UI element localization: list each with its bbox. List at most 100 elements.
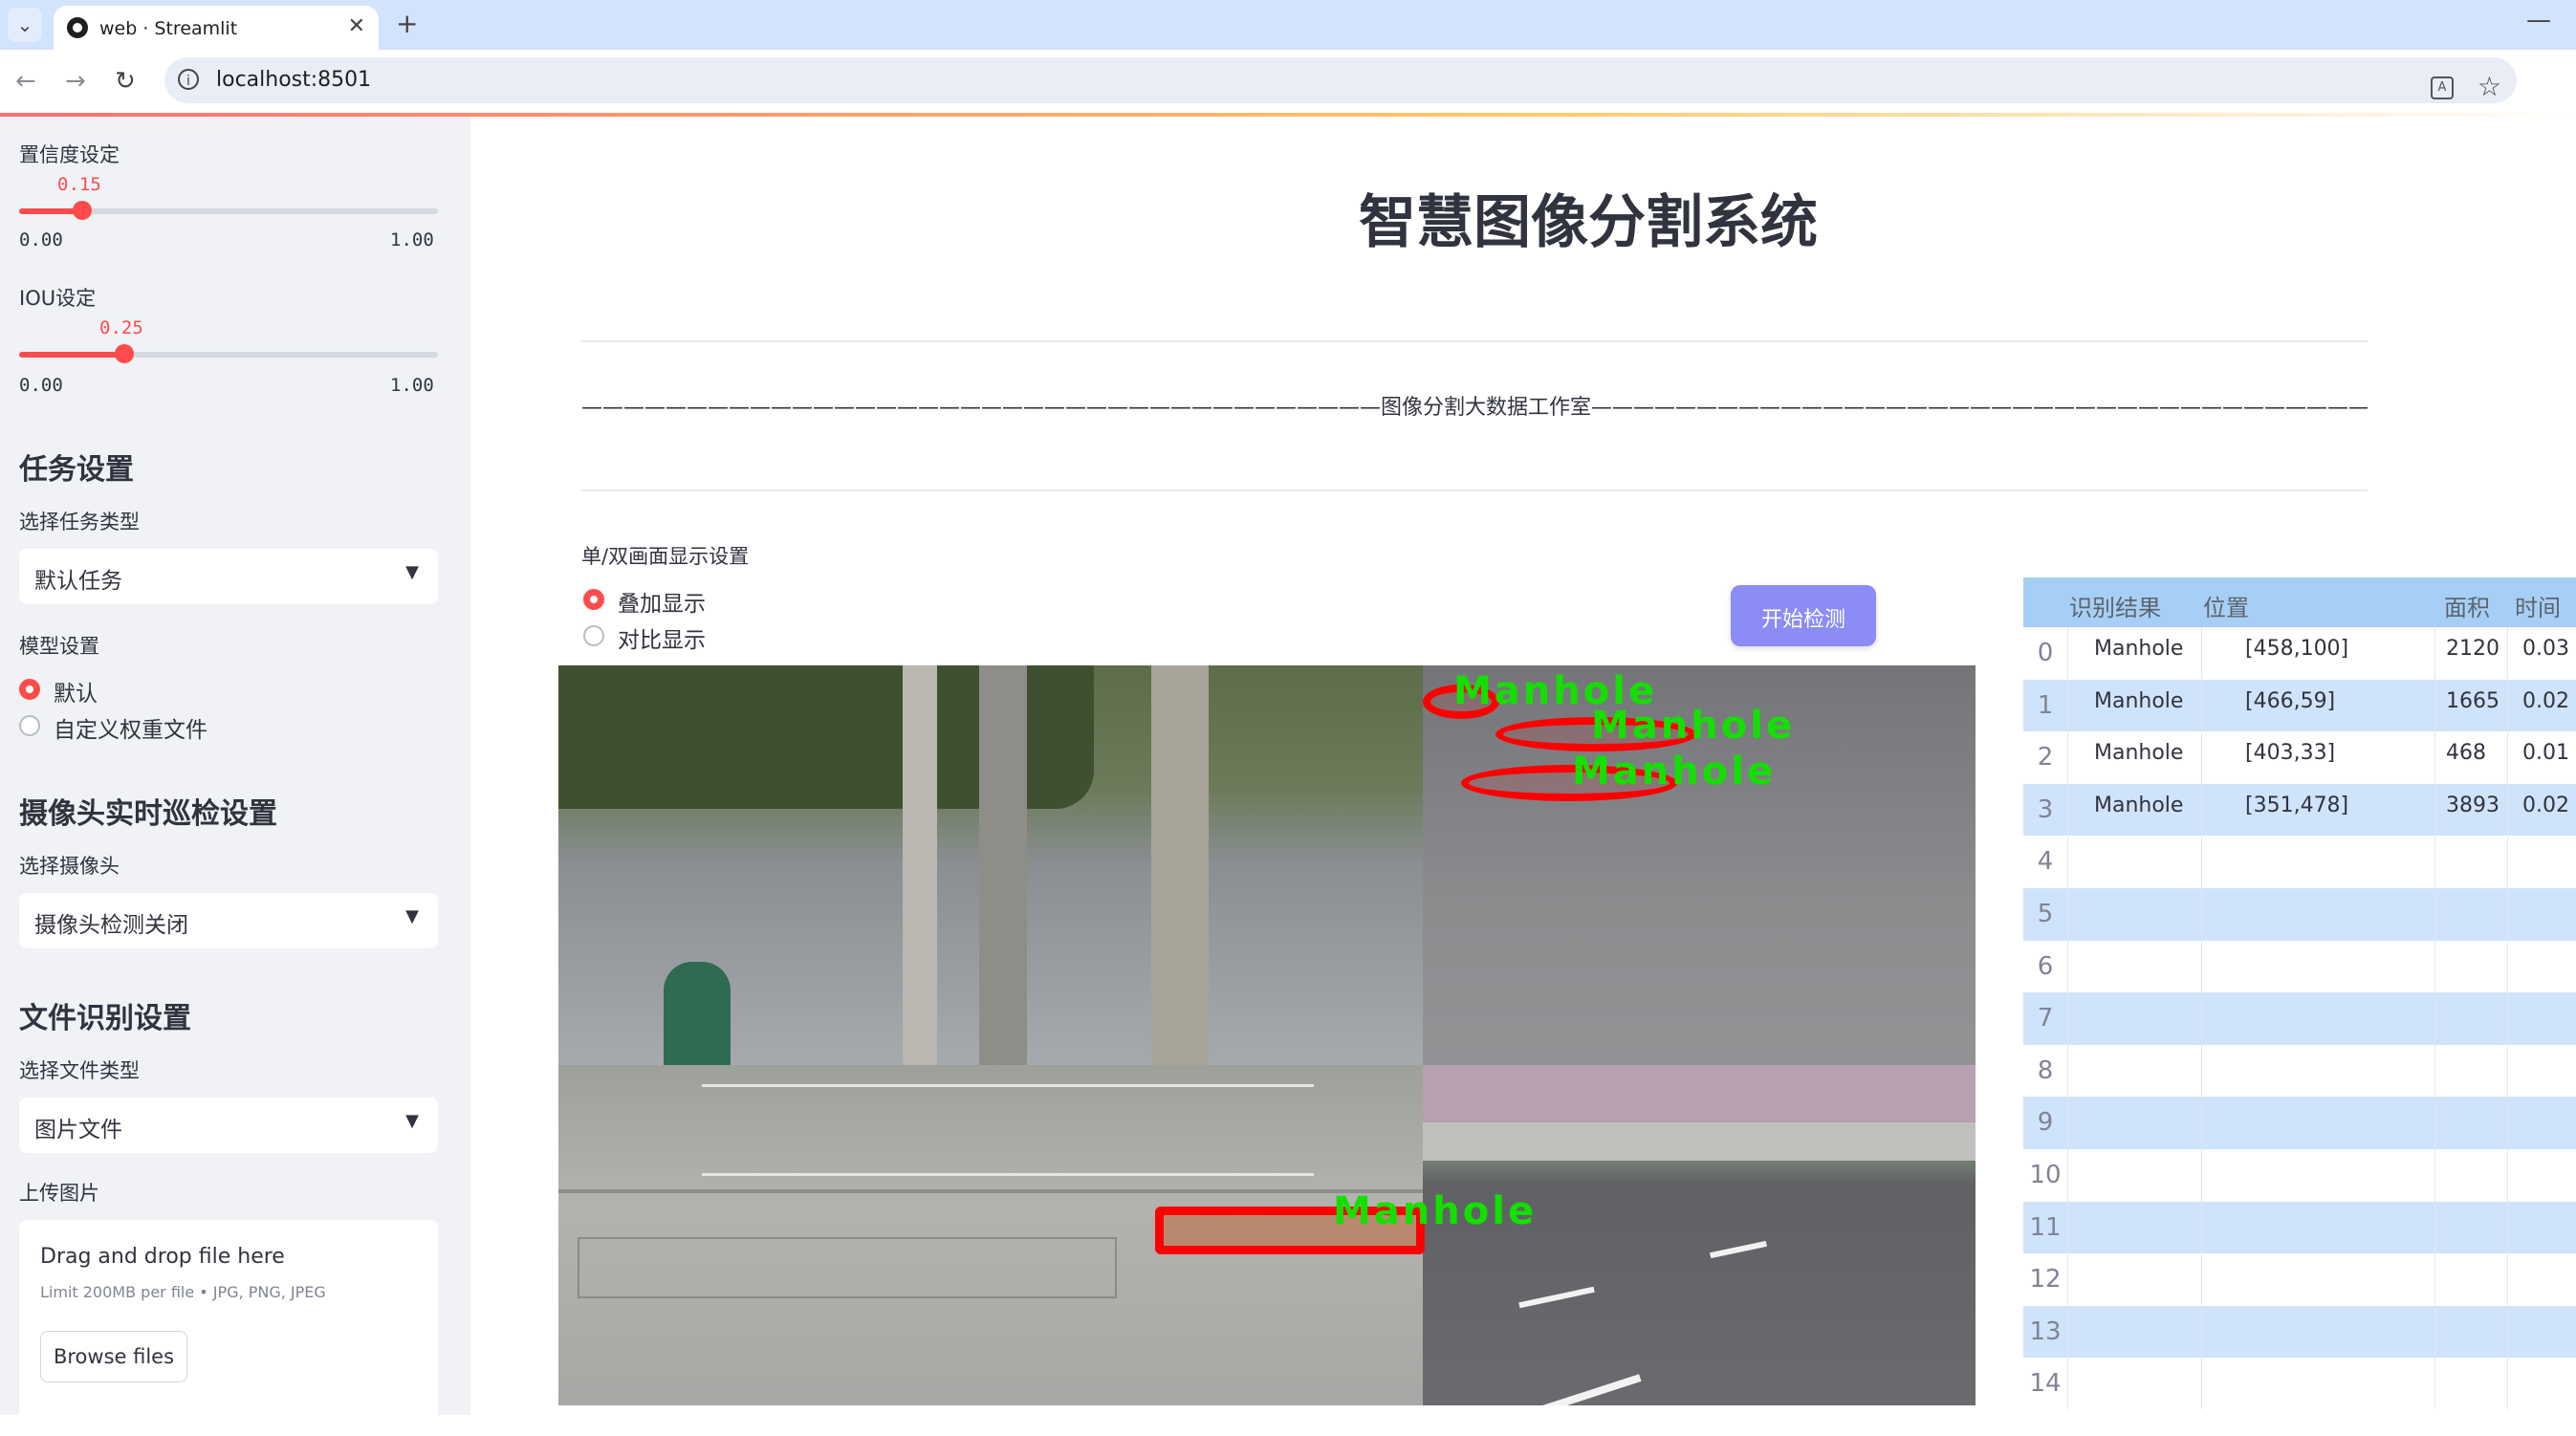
- header-position: 位置: [2203, 595, 2249, 621]
- confidence-slider[interactable]: [19, 201, 438, 220]
- column-divider: [2201, 627, 2202, 680]
- table-row[interactable]: 12: [2023, 1253, 2576, 1307]
- divider-top: [581, 340, 2368, 342]
- window-minimize-icon[interactable]: —: [2526, 6, 2551, 34]
- file-dropzone[interactable]: Drag and drop file here Limit 200MB per …: [19, 1220, 438, 1436]
- column-divider: [2067, 940, 2068, 993]
- column-divider: [2067, 627, 2068, 680]
- table-row[interactable]: 4: [2023, 836, 2576, 889]
- task-type-value: 默认任务: [34, 569, 122, 594]
- column-divider: [2434, 1305, 2435, 1359]
- browser-tab[interactable]: web · Streamlit ✕: [54, 6, 379, 50]
- cell-result: Manhole: [2094, 793, 2184, 817]
- column-divider: [2201, 836, 2202, 889]
- iou-min: 0.00: [19, 375, 63, 396]
- file-type-select[interactable]: 图片文件 ▼: [19, 1098, 438, 1153]
- page-title: 智慧图像分割系统: [1359, 189, 1818, 256]
- row-index: 7: [2037, 1004, 2054, 1033]
- back-arrow-icon[interactable]: ←: [15, 67, 36, 96]
- column-divider: [2067, 1097, 2068, 1150]
- table-row[interactable]: 2 Manhole [403,33] 468 0.01: [2023, 731, 2576, 785]
- column-divider: [2507, 1149, 2508, 1202]
- row-index: 4: [2037, 847, 2054, 877]
- table-row[interactable]: 10: [2023, 1149, 2576, 1202]
- column-divider: [2434, 1253, 2435, 1307]
- browse-files-label: Browse files: [53, 1345, 175, 1368]
- url-field[interactable]: i localhost:8501 A ☆: [164, 57, 2517, 103]
- confidence-max: 1.00: [390, 229, 434, 250]
- task-type-select[interactable]: 默认任务 ▼: [19, 549, 438, 604]
- column-divider: [2201, 1358, 2202, 1409]
- table-row[interactable]: 11: [2023, 1201, 2576, 1254]
- column-divider: [2507, 1253, 2508, 1307]
- forward-arrow-icon[interactable]: →: [65, 67, 86, 96]
- translate-icon[interactable]: A: [2431, 76, 2454, 99]
- table-header: 识别结果 位置 面积 时间: [2023, 577, 2576, 627]
- column-divider: [2201, 679, 2202, 732]
- browser-tab-bar: ⌄ web · Streamlit ✕ + —: [0, 0, 2576, 50]
- table-row[interactable]: 9: [2023, 1097, 2576, 1150]
- new-tab-plus-icon[interactable]: +: [396, 8, 418, 39]
- confidence-slider-thumb[interactable]: [72, 201, 92, 220]
- start-detection-button[interactable]: 开始检测: [1731, 585, 1876, 646]
- file-settings-heading: 文件识别设置: [19, 1002, 191, 1035]
- column-divider: [2201, 1305, 2202, 1359]
- radio-selected-icon[interactable]: [583, 589, 604, 610]
- table-row[interactable]: 7: [2023, 992, 2576, 1046]
- column-divider: [2507, 888, 2508, 941]
- display-option-label: 对比显示: [618, 628, 706, 653]
- iou-slider-fill: [19, 352, 124, 358]
- table-row[interactable]: 8: [2023, 1044, 2576, 1098]
- radio-unselected-icon[interactable]: [583, 625, 604, 646]
- cell-result: Manhole: [2094, 741, 2184, 766]
- table-row[interactable]: 6: [2023, 940, 2576, 993]
- column-divider: [2201, 992, 2202, 1046]
- column-divider: [2201, 1201, 2202, 1254]
- tab-close-icon[interactable]: ✕: [348, 14, 365, 38]
- tab-list-chevron-icon[interactable]: ⌄: [8, 8, 42, 42]
- cell-area: 3893: [2446, 793, 2500, 817]
- site-info-icon[interactable]: i: [178, 69, 199, 90]
- bookmark-star-icon[interactable]: ☆: [2478, 71, 2501, 102]
- image-tile-sidewalk-pole: [558, 665, 1423, 1065]
- header-area: 面积: [2444, 595, 2490, 621]
- column-divider: [2434, 731, 2435, 785]
- browse-files-button[interactable]: Browse files: [40, 1331, 187, 1382]
- table-row[interactable]: 5: [2023, 888, 2576, 941]
- table-row[interactable]: 1 Manhole [466,59] 1665 0.02: [2023, 679, 2576, 732]
- header-time: 时间: [2515, 595, 2561, 621]
- address-bar-row: ← → ↻ i localhost:8501 A ☆: [0, 50, 2576, 113]
- column-divider: [2201, 1097, 2202, 1150]
- reload-icon[interactable]: ↻: [115, 67, 136, 96]
- iou-slider[interactable]: [19, 344, 438, 363]
- camera-select[interactable]: 摄像头检测关闭 ▼: [19, 893, 438, 948]
- table-row[interactable]: 0 Manhole [458,100] 2120 0.03: [2023, 627, 2576, 680]
- row-index: 10: [2029, 1161, 2062, 1189]
- iou-max: 1.00: [390, 375, 434, 396]
- column-divider: [2067, 992, 2068, 1046]
- confidence-value: 0.15: [57, 174, 101, 195]
- column-divider: [2507, 836, 2508, 889]
- table-row[interactable]: 14: [2023, 1358, 2576, 1409]
- table-row[interactable]: 3 Manhole [351,478] 3893 0.02: [2023, 783, 2576, 837]
- radio-selected-icon[interactable]: [19, 679, 40, 700]
- row-index: 9: [2037, 1108, 2054, 1138]
- radio-unselected-icon[interactable]: [19, 715, 40, 736]
- dropzone-limit: Limit 200MB per file • JPG, PNG, JPEG: [40, 1283, 326, 1301]
- column-divider: [2067, 1305, 2068, 1359]
- iou-value: 0.25: [99, 317, 143, 338]
- column-divider: [2201, 783, 2202, 837]
- iou-slider-thumb[interactable]: [114, 344, 134, 363]
- column-divider: [2067, 783, 2068, 837]
- results-table[interactable]: 识别结果 位置 面积 时间 0 Manhole [458,100] 2120 0.03 1…: [2023, 577, 2576, 1409]
- column-divider: [2507, 1358, 2508, 1409]
- table-row[interactable]: 13: [2023, 1305, 2576, 1359]
- column-divider: [2507, 679, 2508, 732]
- cell-area: 2120: [2446, 637, 2500, 661]
- camera-select-label: 选择摄像头: [19, 855, 120, 878]
- start-detection-label: 开始检测: [1760, 608, 1845, 632]
- row-index: 13: [2029, 1316, 2062, 1346]
- cell-position: [403,33]: [2245, 741, 2336, 766]
- column-divider: [2507, 1044, 2508, 1098]
- column-divider: [2201, 1149, 2202, 1202]
